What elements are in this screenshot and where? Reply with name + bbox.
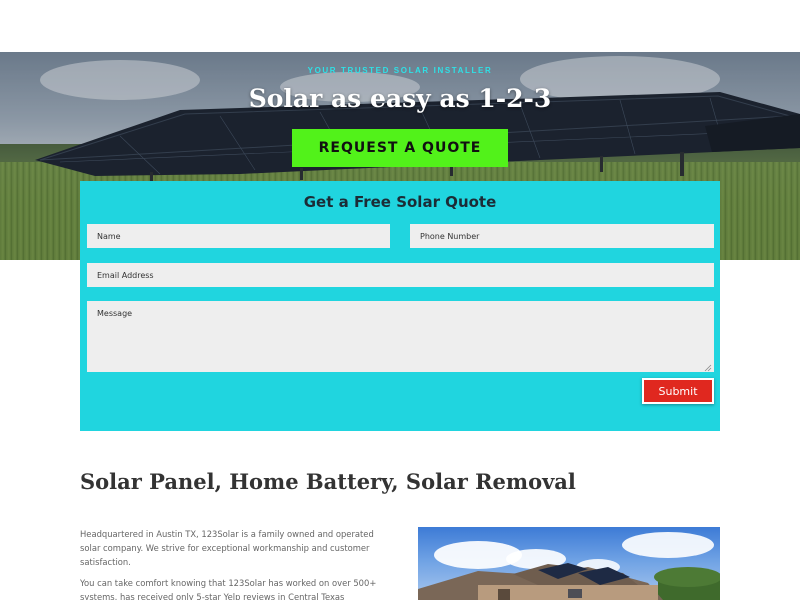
services-heading: Solar Panel, Home Battery, Solar Removal: [80, 469, 576, 494]
hero-title: Solar as easy as 1-2-3: [248, 84, 552, 113]
top-header-bar: [0, 0, 800, 52]
quote-form: Get a Free Solar Quote Submit: [80, 181, 720, 431]
phone-number-input[interactable]: [410, 224, 714, 248]
form-title: Get a Free Solar Quote: [303, 193, 497, 211]
hero-eyebrow-text: YOUR TRUSTED SOLAR INSTALLER: [307, 66, 493, 75]
about-paragraph: You can take comfort knowing that 123Sol…: [80, 578, 377, 600]
resize-grip-icon[interactable]: [704, 364, 712, 372]
name-input[interactable]: [87, 224, 390, 248]
email-address-input[interactable]: [87, 263, 714, 287]
house-with-solar-photo: [418, 527, 720, 600]
about-paragraph: Headquartered in Austin TX, 123Solar is …: [80, 529, 374, 567]
submit-button[interactable]: Submit: [642, 378, 714, 404]
message-textarea[interactable]: [87, 301, 714, 372]
request-quote-button[interactable]: REQUEST A QUOTE: [292, 129, 508, 167]
